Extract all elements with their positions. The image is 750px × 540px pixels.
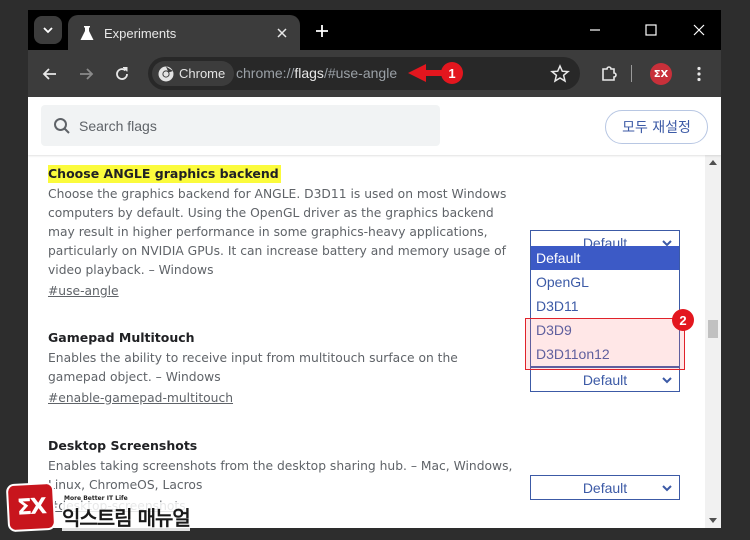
search-icon bbox=[54, 117, 70, 134]
chrome-logo-icon bbox=[158, 66, 174, 81]
flag-select-gamepad-multitouch[interactable]: Default bbox=[530, 367, 680, 392]
scrollbar[interactable] bbox=[705, 155, 721, 528]
profile-avatar[interactable]: ΣX bbox=[650, 63, 672, 85]
back-button[interactable] bbox=[38, 62, 62, 86]
reload-icon bbox=[116, 67, 128, 80]
flag-link[interactable]: #enable-gamepad-multitouch bbox=[48, 389, 233, 408]
chip-label: Chrome bbox=[179, 66, 226, 81]
flag-title: Desktop Screenshots bbox=[48, 438, 198, 453]
flag-link[interactable]: #use-angle bbox=[48, 282, 119, 301]
watermark-name: 익스트림 매뉴얼 bbox=[62, 502, 191, 531]
annotation-badge-2: 2 bbox=[672, 309, 694, 331]
url-host: flags bbox=[294, 65, 324, 81]
search-flags-input[interactable]: Search flags bbox=[41, 105, 440, 146]
search-placeholder: Search flags bbox=[79, 117, 157, 134]
select-value: Default bbox=[582, 371, 628, 388]
url-text[interactable]: chrome://flags/#use-angle bbox=[236, 65, 397, 81]
scroll-up-arrow[interactable] bbox=[709, 160, 717, 165]
flag-item-use-angle: Choose ANGLE graphics backend Choose the… bbox=[48, 165, 518, 301]
forward-button[interactable] bbox=[74, 62, 98, 86]
tab-close-button[interactable] bbox=[272, 23, 292, 43]
tab-experiments[interactable]: Experiments bbox=[68, 15, 300, 51]
minimize-icon bbox=[590, 29, 600, 31]
profile-badge-text: ΣX bbox=[653, 68, 669, 80]
tab-title: Experiments bbox=[104, 25, 177, 41]
puzzle-icon bbox=[602, 66, 617, 81]
arrow-left-icon bbox=[42, 68, 56, 80]
reset-all-button[interactable]: 모두 재설정 bbox=[605, 110, 708, 144]
toolbar-separator bbox=[631, 65, 632, 82]
more-vertical-icon bbox=[697, 66, 701, 82]
arrow-right-icon bbox=[80, 68, 94, 80]
extensions-button[interactable] bbox=[597, 62, 621, 86]
flag-description: Enables taking screenshots from the desk… bbox=[48, 459, 513, 492]
maximize-button[interactable] bbox=[636, 16, 666, 44]
tab-search-button[interactable] bbox=[34, 16, 62, 44]
watermark-tagline: More Better IT Life bbox=[64, 495, 128, 502]
flag-item-gamepad-multitouch: Gamepad Multitouch Enables the ability t… bbox=[48, 329, 518, 408]
annotation-badge-1: 1 bbox=[441, 62, 463, 84]
url-prefix: chrome:// bbox=[236, 65, 295, 81]
flag-description: Enables the ability to receive input fro… bbox=[48, 351, 458, 384]
tab-strip: Experiments bbox=[28, 10, 721, 51]
screen: Experiments Chrome chrome://flags/#use-a… bbox=[0, 0, 750, 540]
new-tab-button[interactable] bbox=[310, 19, 334, 43]
close-icon bbox=[693, 24, 705, 36]
select-value: Default bbox=[582, 479, 628, 496]
flag-title: Gamepad Multitouch bbox=[48, 330, 195, 345]
menu-button[interactable] bbox=[687, 62, 711, 86]
flag-description: Choose the graphics backend for ANGLE. D… bbox=[48, 187, 507, 277]
annotation-highlight-box bbox=[525, 318, 685, 370]
site-info-chip[interactable]: Chrome bbox=[152, 61, 235, 86]
scroll-down-arrow[interactable] bbox=[709, 518, 717, 523]
url-path: /#use-angle bbox=[323, 65, 398, 81]
dropdown-option[interactable]: D3D11 bbox=[531, 294, 679, 318]
chevron-down-icon bbox=[43, 27, 53, 34]
minimize-button[interactable] bbox=[580, 16, 610, 44]
address-bar[interactable]: Chrome chrome://flags/#use-angle bbox=[148, 57, 580, 90]
chevron-down-icon bbox=[662, 485, 672, 492]
dropdown-option[interactable]: OpenGL bbox=[531, 270, 679, 294]
plus-icon bbox=[316, 25, 328, 37]
flask-icon bbox=[80, 26, 94, 40]
browser-toolbar: Chrome chrome://flags/#use-angle ΣX bbox=[28, 50, 721, 97]
reload-button[interactable] bbox=[110, 62, 134, 86]
close-window-button[interactable] bbox=[684, 16, 714, 44]
close-icon bbox=[277, 28, 287, 38]
search-header: Search flags 모두 재설정 bbox=[28, 97, 721, 155]
watermark-logo-text: ΣX bbox=[16, 493, 46, 521]
flag-title: Choose ANGLE graphics backend bbox=[48, 165, 281, 183]
bookmark-star-icon[interactable] bbox=[550, 64, 570, 84]
dropdown-option[interactable]: Default bbox=[531, 246, 679, 270]
flag-select-desktop-screenshots[interactable]: Default bbox=[530, 475, 680, 500]
maximize-icon bbox=[645, 24, 657, 36]
watermark-logo: ΣX bbox=[5, 481, 57, 533]
scrollbar-thumb[interactable] bbox=[708, 320, 718, 338]
chevron-down-icon bbox=[662, 377, 672, 384]
